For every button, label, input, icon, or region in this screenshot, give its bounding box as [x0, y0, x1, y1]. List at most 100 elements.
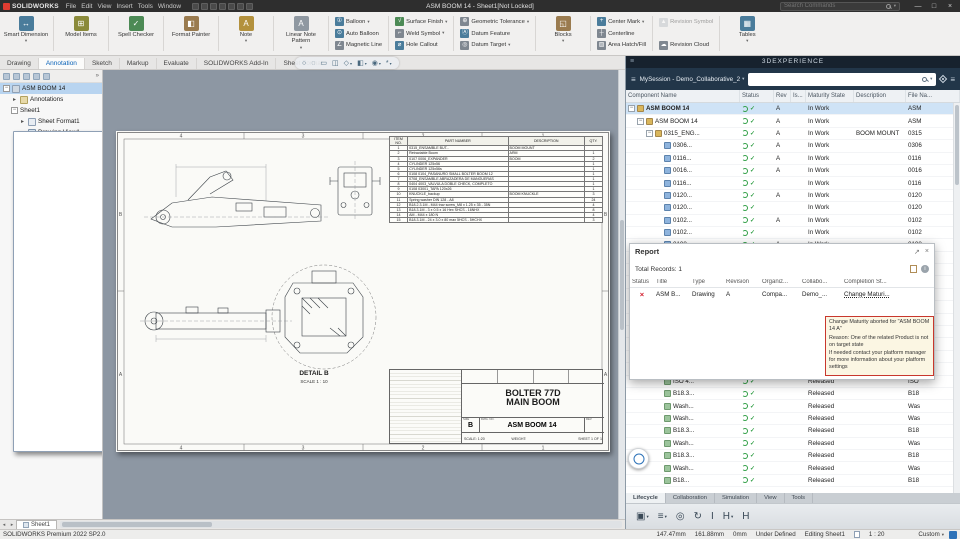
chevron-down-icon[interactable]: ▾ [894, 3, 896, 9]
tag-icon[interactable] [939, 75, 947, 83]
save-h-icon[interactable]: H [742, 511, 749, 522]
section-view-icon[interactable]: ◫ [332, 59, 339, 67]
tree-item-annotations[interactable]: ▸Annotations [0, 94, 102, 105]
insert-component-icon[interactable]: I [711, 511, 714, 522]
column-description[interactable]: Description [854, 90, 906, 102]
report-column-status[interactable]: Status [630, 279, 654, 285]
ribbon-blocks[interactable]: ◱Blocks▾ [540, 14, 586, 53]
scrollbar-thumb[interactable] [955, 105, 959, 185]
bom-table-icon[interactable]: ≡▾ [658, 511, 667, 522]
view-orientation-icon[interactable]: ◇▾ [344, 59, 352, 67]
panel-tab-collaboration[interactable]: Collaboration [666, 493, 715, 503]
sheet-tab[interactable]: Sheet1 [16, 520, 57, 529]
expand-panel-icon[interactable]: » [96, 73, 99, 79]
minimize-button[interactable]: — [913, 3, 923, 10]
report-column-revision[interactable]: Revision [724, 279, 760, 285]
panel-tab-lifecycle[interactable]: Lifecycle [626, 493, 666, 503]
explore-search-icon[interactable]: ◎ [676, 511, 685, 522]
session-model-icon[interactable]: ▣▾ [636, 511, 649, 522]
command-search[interactable]: ▾ [780, 2, 900, 11]
open-icon[interactable] [201, 3, 208, 10]
ribbon-weld-symbol[interactable]: ⌐Weld Symbol▾ [393, 28, 449, 40]
expander-icon[interactable]: − [646, 130, 653, 137]
ribbon-spell-checker[interactable]: ✓Spell Checker [113, 14, 159, 53]
feature-manager-tab[interactable] [3, 73, 10, 80]
component-row[interactable]: 0116...✓In Work0116 [626, 177, 953, 189]
ribbon-model-items[interactable]: ⊞Model Items [58, 14, 104, 53]
configuration-manager-tab[interactable] [23, 73, 30, 80]
menu-window[interactable]: Window [156, 3, 183, 10]
statusbar-badge-icon[interactable] [949, 531, 957, 539]
tree-item-sheet-format1[interactable]: ▸Sheet Format1 [0, 116, 102, 127]
detail-view-b-art[interactable] [285, 271, 363, 353]
expand-dialog-icon[interactable]: ↗ [914, 248, 920, 256]
chevron-down-icon[interactable]: ▾ [930, 76, 932, 82]
ribbon-centerline[interactable]: ┼Centerline [595, 28, 648, 40]
open-h-icon[interactable]: H▾ [723, 511, 734, 522]
component-row[interactable]: 0120...✓In Work0120 [626, 202, 953, 214]
report-cell-completion-status[interactable]: Change Maturi... [842, 291, 934, 298]
menu-file[interactable]: File [64, 3, 78, 10]
info-icon[interactable]: i [921, 265, 929, 273]
ribbon-area-hatch-fill[interactable]: ▨Area Hatch/Fill [595, 39, 648, 51]
sheet-nav-first-icon[interactable]: ◂ [0, 522, 8, 528]
scrollbar-thumb[interactable] [620, 220, 624, 330]
restore-button[interactable]: □ [929, 3, 939, 10]
ribbon-magnetic-line[interactable]: ∠Magnetic Line [333, 39, 384, 51]
tree-item-sheet1[interactable]: −Sheet1 [0, 105, 102, 116]
column-status[interactable]: Status [740, 90, 774, 102]
vertical-scrollbar[interactable] [618, 70, 625, 519]
tab-markup[interactable]: Markup [120, 58, 157, 69]
panel-search[interactable]: ▾ [748, 73, 936, 86]
column-component-name[interactable]: Component Name [626, 90, 740, 102]
menu-tools[interactable]: Tools [136, 3, 155, 10]
tree-item-asm-boom-14[interactable]: −ASM BOOM 14 [0, 83, 102, 94]
component-row[interactable]: B18.3...✓ReleasedB18 [626, 388, 953, 400]
report-column-organiz[interactable]: Organiz... [760, 279, 800, 285]
options-menu-icon[interactable]: ≡ [950, 75, 955, 84]
component-row[interactable]: −0315_ENG...✓AIn WorkBOOM MOUNT0315 [626, 128, 953, 140]
component-row[interactable]: 0306...✓AIn Work0306 [626, 140, 953, 152]
sheet-nav-last-icon[interactable]: ▸ [8, 522, 16, 528]
report-row[interactable]: × ASM B... Drawing A Compa... Demo_... C… [630, 288, 934, 301]
column-rev[interactable]: Rev [774, 90, 791, 102]
print-icon[interactable] [219, 3, 226, 10]
view-settings-icon[interactable]: *▾ [386, 60, 392, 67]
rebuild-icon[interactable] [246, 3, 253, 10]
redo-icon[interactable] [237, 3, 244, 10]
ribbon-tables[interactable]: ▦Tables▾ [724, 14, 770, 53]
ribbon-hole-callout[interactable]: ⌀Hole Callout [393, 39, 449, 51]
report-column-collabo[interactable]: Collabo... [800, 279, 842, 285]
tab-annotation[interactable]: Annotation [39, 58, 85, 69]
drawing-view1-art[interactable] [151, 171, 321, 227]
component-row[interactable]: Wash...✓ReleasedWas [626, 413, 953, 425]
property-manager-tab[interactable] [13, 73, 20, 80]
close-dialog-icon[interactable]: × [925, 248, 929, 256]
component-row[interactable]: −ASM BOOM 14✓AIn WorkASM [626, 115, 953, 127]
drawing-sheet[interactable]: 43214321BABADETAIL BSCALE 1 : 10 ITEM NO… [116, 131, 610, 452]
column-is[interactable]: Is... [791, 90, 806, 102]
report-column-title[interactable]: Title [654, 279, 690, 285]
component-row[interactable]: B18.3...✓ReleasedB18 [626, 425, 953, 437]
panel-scrollbar[interactable] [953, 103, 960, 493]
new-icon[interactable] [192, 3, 199, 10]
ribbon-center-mark[interactable]: +Center Mark▾ [595, 16, 648, 28]
component-row[interactable]: 0102...✓In Work0102 [626, 227, 953, 239]
ribbon-note[interactable]: ANote▾ [223, 14, 269, 53]
component-row[interactable]: Wash...✓ReleasedWas [626, 400, 953, 412]
hamburger-icon[interactable]: ≡ [631, 75, 636, 84]
expander-icon[interactable]: ▸ [11, 96, 18, 103]
tab-sketch[interactable]: Sketch [85, 58, 120, 69]
tab-solidworks-add-in[interactable]: SOLIDWORKS Add-In [197, 58, 277, 69]
save-icon[interactable] [210, 3, 217, 10]
close-button[interactable]: × [945, 3, 955, 10]
component-row[interactable]: B18...✓ReleasedB18 [626, 475, 953, 487]
component-row[interactable]: −ASM BOOM 14✓AIn WorkASM [626, 103, 953, 115]
expander-icon[interactable]: − [3, 85, 10, 92]
ribbon-balloon[interactable]: ①Balloon▾ [333, 16, 384, 28]
undo-icon[interactable] [228, 3, 235, 10]
component-row[interactable]: 0102...✓AIn Work0102 [626, 215, 953, 227]
menu-insert[interactable]: Insert [114, 3, 134, 10]
dimxpert-manager-tab[interactable] [33, 73, 40, 80]
zoom-area-icon[interactable]: ◌ [311, 60, 315, 67]
